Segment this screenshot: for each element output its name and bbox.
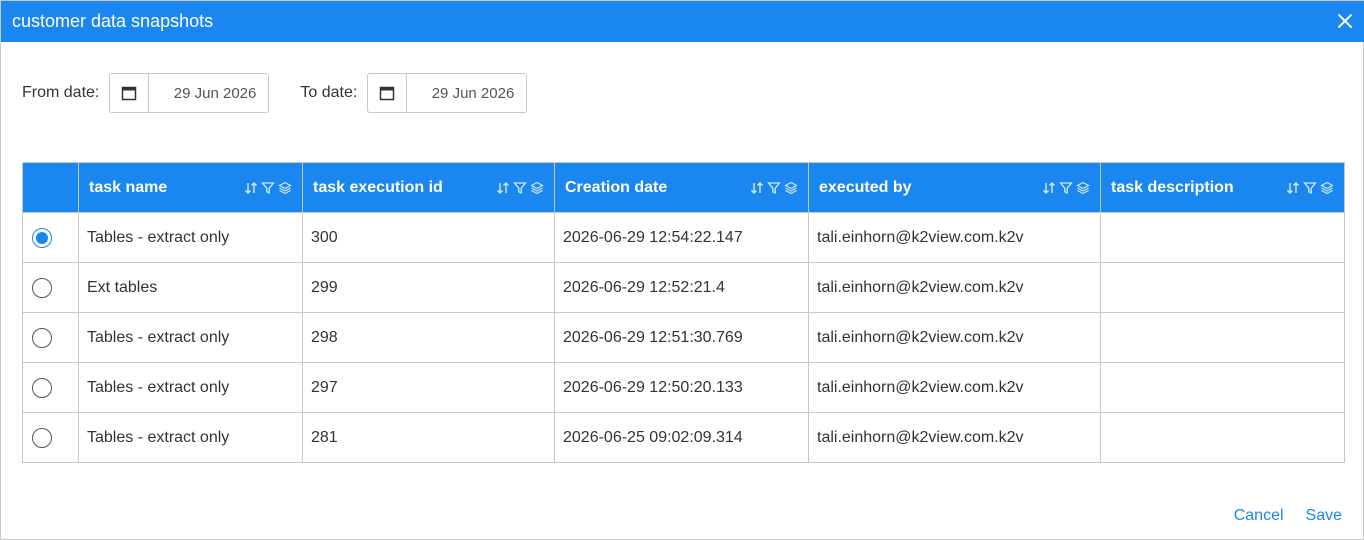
sort-icon[interactable] [1042, 181, 1056, 195]
cell-execution-id: 299 [302, 262, 555, 313]
radio-dot [36, 231, 48, 244]
column-header-task-name[interactable]: task name [78, 162, 303, 213]
row-select-cell[interactable] [22, 212, 79, 263]
column-header-label: task name [89, 178, 168, 196]
cell-execution-id: 300 [302, 212, 555, 263]
column-header-label: task execution id [313, 178, 443, 196]
sort-icon[interactable] [750, 181, 764, 195]
layers-icon[interactable] [1076, 181, 1090, 195]
dialog-titlebar: customer data snapshots [1, 1, 1364, 42]
cell-task-name: Tables - extract only [78, 312, 303, 363]
cancel-button[interactable]: Cancel [1234, 507, 1284, 525]
table-row[interactable]: Ext tables 299 2026-06-29 12:52:21.4 tali.e… [22, 262, 1345, 313]
table-body: Tables - extract only 300 2026-06-29 12:54… [22, 212, 1345, 463]
cell-executed-by: tali.einhorn@k2view.com.k2v [808, 262, 1101, 313]
cell-creation-date: 2026-06-29 12:50:20.133 [554, 362, 809, 413]
cell-description [1100, 262, 1345, 313]
cell-task-name: Tables - extract only [78, 212, 303, 263]
sort-icon[interactable] [1286, 181, 1300, 195]
column-tools [244, 181, 292, 195]
cell-execution-id: 297 [302, 362, 555, 413]
to-date-calendar-button[interactable] [367, 73, 408, 113]
filter-icon[interactable] [767, 181, 781, 195]
cell-task-name: Tables - extract only [78, 412, 303, 463]
cell-description [1100, 362, 1345, 413]
column-header-label: Creation date [565, 178, 668, 196]
table-row[interactable]: Tables - extract only 281 2026-06-25 09:02… [22, 412, 1345, 463]
cell-creation-date: 2026-06-29 12:51:30.769 [554, 312, 809, 363]
table-row[interactable]: Tables - extract only 298 2026-06-29 12:51… [22, 312, 1345, 363]
cell-creation-date: 2026-06-29 12:54:22.147 [554, 212, 809, 263]
dialog-footer: Cancel Save [1234, 507, 1342, 525]
table-header-row: task name task execution id Creation date e… [22, 162, 1345, 213]
row-radio[interactable] [32, 327, 52, 348]
filter-icon[interactable] [261, 181, 275, 195]
filter-icon[interactable] [1059, 181, 1073, 195]
column-header-executed-by[interactable]: executed by [808, 162, 1101, 213]
row-radio[interactable] [32, 377, 52, 398]
snapshots-table: task name task execution id Creation date e… [22, 162, 1345, 463]
calendar-icon [380, 86, 395, 101]
cell-creation-date: 2026-06-25 09:02:09.314 [554, 412, 809, 463]
cell-executed-by: tali.einhorn@k2view.com.k2v [808, 212, 1101, 263]
cell-description [1100, 212, 1345, 263]
filter-icon[interactable] [1303, 181, 1317, 195]
close-icon [1338, 14, 1352, 28]
cell-description [1100, 412, 1345, 463]
row-radio[interactable] [32, 277, 52, 298]
cell-executed-by: tali.einhorn@k2view.com.k2v [808, 362, 1101, 413]
cell-execution-id: 281 [302, 412, 555, 463]
sort-icon[interactable] [496, 181, 510, 195]
cell-creation-date: 2026-06-29 12:52:21.4 [554, 262, 809, 313]
cell-task-name: Ext tables [78, 262, 303, 313]
column-header-task-execution-id[interactable]: task execution id [302, 162, 555, 213]
to-date-label: To date: [300, 84, 358, 101]
to-date-input[interactable]: 29 Jun 2026 [407, 73, 528, 113]
table-row[interactable]: Tables - extract only 300 2026-06-29 12:54… [22, 212, 1345, 263]
row-radio[interactable] [32, 427, 52, 448]
column-header-creation-date[interactable]: Creation date [554, 162, 809, 213]
cell-executed-by: tali.einhorn@k2view.com.k2v [808, 412, 1101, 463]
layers-icon[interactable] [784, 181, 798, 195]
column-tools [1042, 181, 1090, 195]
column-tools [750, 181, 798, 195]
snapshots-dialog: customer data snapshots From date: 29 Ju… [0, 0, 1364, 540]
cell-description [1100, 312, 1345, 363]
close-button[interactable] [1333, 9, 1357, 33]
filter-icon[interactable] [513, 181, 527, 195]
calendar-icon [122, 86, 137, 101]
row-select-cell[interactable] [22, 262, 79, 313]
column-tools [496, 181, 544, 195]
cell-executed-by: tali.einhorn@k2view.com.k2v [808, 312, 1101, 363]
column-header-task-description[interactable]: task description [1100, 162, 1345, 213]
row-select-cell[interactable] [22, 362, 79, 413]
cell-task-name: Tables - extract only [78, 362, 303, 413]
cell-execution-id: 298 [302, 312, 555, 363]
column-tools [1286, 181, 1334, 195]
column-header-label: executed by [819, 178, 912, 196]
from-date-calendar-button[interactable] [109, 73, 150, 113]
sort-icon[interactable] [244, 181, 258, 195]
from-date-label: From date: [22, 84, 100, 101]
save-button[interactable]: Save [1306, 507, 1342, 525]
from-date-input[interactable]: 29 Jun 2026 [149, 73, 270, 113]
dialog-title: customer data snapshots [12, 11, 214, 31]
row-select-cell[interactable] [22, 412, 79, 463]
layers-icon[interactable] [530, 181, 544, 195]
date-filters: From date: 29 Jun 2026 To date: 29 Jun 2… [22, 73, 528, 113]
layers-icon[interactable] [1320, 181, 1334, 195]
row-select-cell[interactable] [22, 312, 79, 363]
table-row[interactable]: Tables - extract only 297 2026-06-29 12:50… [22, 362, 1345, 413]
layers-icon[interactable] [278, 181, 292, 195]
row-radio[interactable] [32, 227, 52, 248]
column-header-label: task description [1111, 178, 1234, 196]
select-column-header [22, 162, 79, 213]
